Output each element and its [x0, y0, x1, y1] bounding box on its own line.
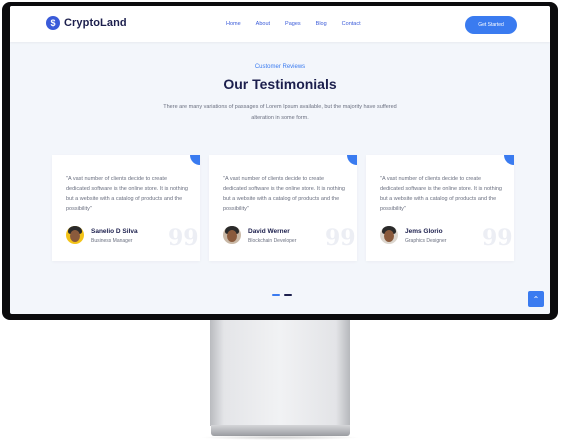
monitor-stand	[210, 320, 350, 426]
section-eyebrow: Customer Reviews	[254, 64, 306, 70]
testimonial-quote: "A vast number of clients decide to crea…	[380, 176, 502, 212]
testimonial-card: "A vast number of clients decide to crea…	[52, 155, 200, 261]
avatar	[223, 226, 241, 244]
nav-home[interactable]: Home	[226, 21, 241, 27]
nav-pages[interactable]: Pages	[285, 21, 301, 27]
logo-text: CryptoLand	[64, 17, 127, 29]
quote-icon: 99	[325, 225, 356, 251]
main-nav: Home About Pages Blog Contact	[226, 21, 361, 27]
nav-blog[interactable]: Blog	[316, 21, 327, 27]
section-title: Our Testimonials	[223, 76, 337, 92]
testimonial-name: Jems Glorio	[405, 228, 443, 235]
logo[interactable]: $ CryptoLand	[46, 16, 127, 30]
testimonial-name: David Werner	[248, 228, 290, 235]
section-intro: There are many variations of passages of…	[163, 104, 397, 121]
monitor-frame: $ CryptoLand Home About Pages Blog Conta…	[2, 2, 558, 320]
carousel-dot[interactable]	[284, 294, 292, 296]
nav-about[interactable]: About	[256, 21, 270, 27]
navbar: $ CryptoLand Home About Pages Blog Conta…	[10, 6, 550, 42]
testimonial-card: "A vast number of clients decide to crea…	[366, 155, 514, 261]
avatar	[380, 226, 398, 244]
testimonial-role: Blockchain Developer	[248, 238, 297, 244]
quote-icon: 99	[482, 225, 513, 251]
carousel-dots	[272, 294, 292, 296]
quote-icon: 99	[168, 225, 199, 251]
testimonial-role: Graphics Designer	[405, 238, 447, 244]
testimonial-quote: "A vast number of clients decide to crea…	[223, 176, 345, 212]
arrow-up-icon[interactable]: ⌃	[528, 291, 544, 307]
avatar	[66, 226, 84, 244]
carousel-dot[interactable]	[272, 294, 280, 296]
testimonial-card: "A vast number of clients decide to crea…	[209, 155, 357, 261]
stand-shadow	[200, 435, 360, 440]
screen: $ CryptoLand Home About Pages Blog Conta…	[10, 6, 550, 314]
coin-logo-icon: $	[46, 16, 60, 30]
testimonial-role: Business Manager	[91, 238, 133, 244]
card-corner-accent	[347, 155, 357, 165]
testimonial-name: Sanelio D Silva	[91, 228, 138, 235]
get-started-button[interactable]: Get Started	[465, 16, 517, 34]
testimonial-quote: "A vast number of clients decide to crea…	[66, 176, 188, 212]
card-corner-accent	[504, 155, 514, 165]
nav-contact[interactable]: Contact	[342, 21, 361, 27]
card-corner-accent	[190, 155, 200, 165]
